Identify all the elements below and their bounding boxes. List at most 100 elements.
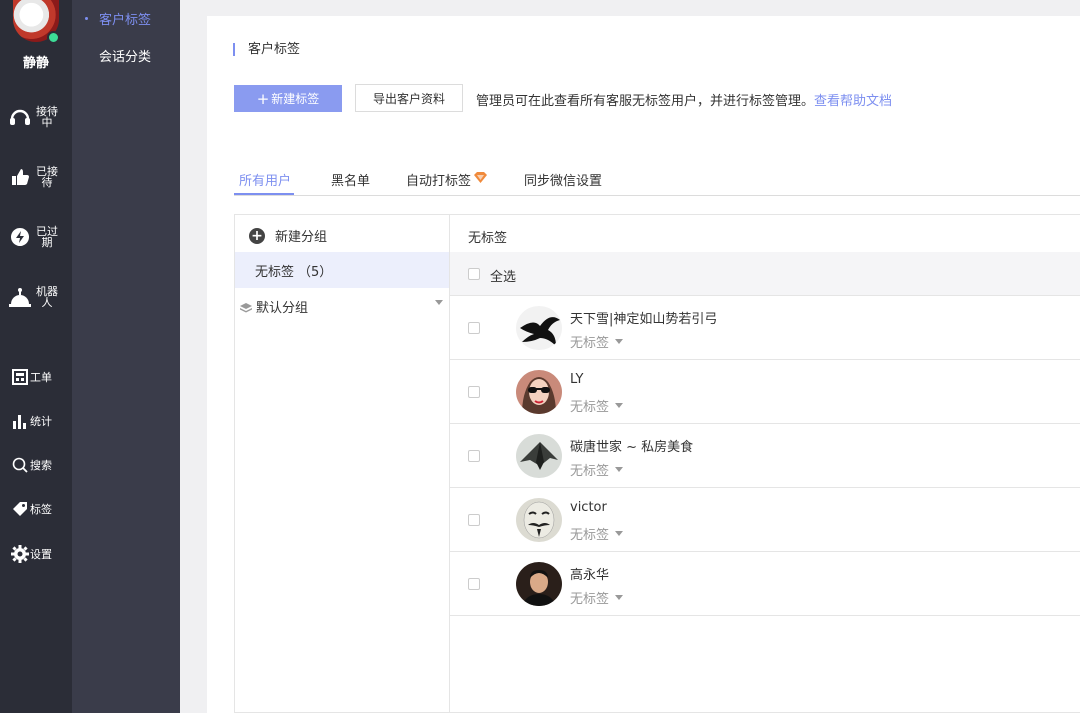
export-customers-button[interactable]: 导出客户资料	[355, 84, 463, 112]
chevron-down-icon	[615, 531, 624, 536]
rail-label: 机器人	[36, 285, 58, 309]
list-header: 全选	[450, 252, 1080, 296]
rail-item-served[interactable]: 已接待	[0, 166, 72, 188]
layers-icon	[240, 302, 252, 312]
rail-item-settings[interactable]: 设置	[0, 545, 72, 563]
expired-icon	[9, 226, 31, 248]
tag-label: 无标签	[570, 528, 610, 543]
tab-auto-tagging[interactable]: 自动打标签	[406, 170, 488, 189]
user-name: 碳唐世家 ~ 私房美食	[570, 440, 694, 455]
add-circle-icon: +	[249, 227, 265, 244]
rail-item-robot[interactable]: 机器人	[0, 286, 72, 308]
left-rail: 静静 接待中 已接待 已过期 机器人 工单 统计 搜索 标签 设置	[0, 0, 72, 713]
active-tab-underline	[234, 193, 294, 195]
tag-icon	[11, 500, 29, 518]
woman-sunglasses-avatar	[516, 370, 562, 414]
chevron-down-icon	[615, 467, 624, 472]
tag-dropdown[interactable]: 无标签	[570, 396, 624, 415]
user-name: LY	[570, 372, 584, 387]
subnav-label: 客户标签	[99, 13, 152, 28]
tag-label: 无标签	[570, 464, 610, 479]
rail-label: 工单	[30, 370, 52, 384]
list-item: 碳唐世家 ~ 私房美食 无标签	[450, 424, 1080, 488]
row-checkbox[interactable]	[468, 450, 480, 462]
tag-dropdown[interactable]: 无标签	[570, 588, 624, 607]
rail-item-search[interactable]: 搜索	[0, 456, 72, 474]
rail-item-expired[interactable]: 已过期	[0, 226, 72, 248]
gear-icon	[11, 545, 29, 563]
tag-label: 无标签	[570, 336, 610, 351]
row-checkbox[interactable]	[468, 514, 480, 526]
new-tag-button[interactable]: + 新建标签	[234, 85, 342, 112]
user-tabs: 所有用户 黑名单 自动打标签 同步微信设置	[234, 165, 1080, 196]
secondary-nav: 客户标签 会话分类	[72, 0, 180, 713]
rail-item-serving[interactable]: 接待中	[0, 106, 72, 128]
user-name: 高永华	[570, 568, 610, 583]
done-icon	[9, 166, 31, 188]
rail-label: 统计	[30, 414, 52, 428]
rail-item-ticket[interactable]: 工单	[0, 368, 72, 386]
robot-icon	[9, 286, 31, 308]
chevron-down-icon	[615, 339, 624, 344]
rail-label: 标签	[30, 502, 52, 516]
plus-icon: +	[256, 89, 270, 108]
rail-item-tag[interactable]: 标签	[0, 500, 72, 518]
user-avatar[interactable]	[13, 0, 60, 44]
select-all-checkbox[interactable]	[468, 268, 480, 280]
active-dot	[85, 17, 88, 20]
rail-label: 接待中	[36, 105, 58, 129]
group-panel: + 新建分组 无标签 （5） 默认分组	[234, 214, 450, 713]
notice-text: 管理员可在此查看所有客服无标签用户，并进行标签管理。	[476, 94, 815, 109]
guy-fawkes-mask-avatar	[516, 498, 562, 542]
user-list-panel: 无标签 全选 天下雪|神定如山势若引弓 无标签 LY 无标签 碳唐世家 ~ 私房…	[449, 214, 1080, 713]
ticket-icon	[11, 368, 29, 386]
tag-label: 无标签	[570, 400, 610, 415]
vip-diamond-icon	[474, 172, 488, 187]
tag-dropdown[interactable]: 无标签	[570, 332, 624, 351]
rail-label: 搜索	[30, 458, 52, 472]
new-tag-label: 新建标签	[271, 92, 320, 106]
rail-label: 已过期	[36, 225, 58, 249]
rail-label: 设置	[30, 547, 52, 561]
tab-wechat-sync[interactable]: 同步微信设置	[524, 170, 602, 189]
search-icon	[11, 456, 29, 474]
row-checkbox[interactable]	[468, 578, 480, 590]
chevron-down-icon[interactable]	[435, 300, 443, 305]
group-default[interactable]: 默认分组	[240, 297, 308, 316]
tag-label: 无标签	[570, 592, 610, 607]
user-name: 天下雪|神定如山势若引弓	[570, 312, 718, 327]
stats-icon	[11, 412, 29, 430]
headset-icon	[9, 106, 31, 128]
chevron-down-icon	[615, 595, 624, 600]
main-content: 客户标签 + 新建标签 导出客户资料 管理员可在此查看所有客服无标签用户，并进行…	[207, 16, 1080, 713]
online-status-dot	[47, 31, 60, 44]
tag-dropdown[interactable]: 无标签	[570, 460, 624, 479]
group-label: 无标签	[255, 264, 295, 280]
rail-label: 已接待	[36, 165, 58, 189]
list-item: 天下雪|神定如山势若引弓 无标签	[450, 296, 1080, 360]
stealth-plane-avatar	[516, 434, 562, 478]
chevron-down-icon	[615, 403, 624, 408]
list-title: 无标签	[468, 231, 508, 246]
help-doc-link[interactable]: 查看帮助文档	[814, 94, 892, 109]
select-all-label: 全选	[490, 270, 517, 285]
tab-all-users[interactable]: 所有用户	[239, 170, 291, 189]
row-checkbox[interactable]	[468, 322, 480, 334]
list-item: victor 无标签	[450, 488, 1080, 552]
new-group-label: 新建分组	[275, 230, 328, 245]
ink-bird-avatar	[516, 306, 562, 350]
tab-blacklist[interactable]: 黑名单	[331, 170, 370, 189]
list-item: LY 无标签	[450, 360, 1080, 424]
new-group-button[interactable]: + 新建分组	[249, 226, 327, 245]
page-title: 客户标签	[233, 43, 300, 56]
man-portrait-avatar	[516, 562, 562, 606]
group-label: 默认分组	[256, 301, 309, 316]
user-name: victor	[570, 500, 607, 515]
rail-item-stats[interactable]: 统计	[0, 412, 72, 430]
row-checkbox[interactable]	[468, 386, 480, 398]
group-count: （5）	[298, 264, 333, 280]
group-untagged[interactable]: 无标签 （5）	[235, 252, 450, 288]
tab-label: 自动打标签	[406, 174, 472, 189]
tag-dropdown[interactable]: 无标签	[570, 524, 624, 543]
admin-notice: 管理员可在此查看所有客服无标签用户，并进行标签管理。查看帮助文档	[476, 90, 892, 109]
